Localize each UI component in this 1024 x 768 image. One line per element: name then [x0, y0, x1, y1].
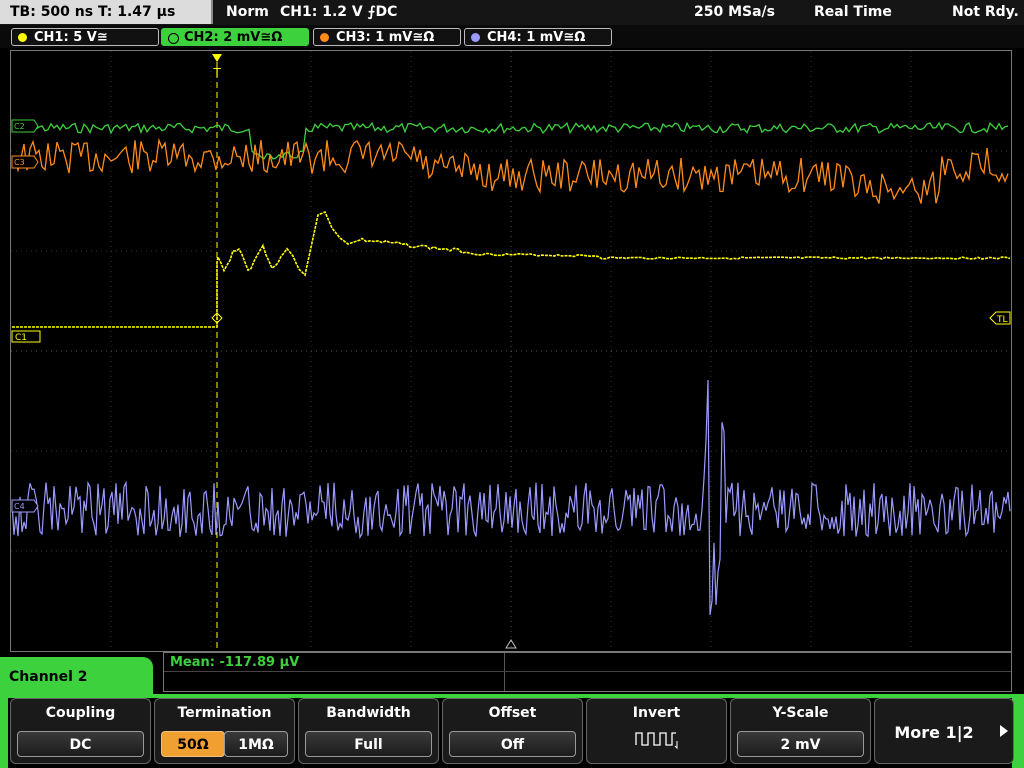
ch4-marker: C4 [11, 499, 39, 513]
tl-marker-label: TL [996, 315, 1008, 325]
termination-softkey[interactable]: Termination 50Ω 1MΩ [154, 698, 295, 764]
ch4-trace [11, 379, 1011, 616]
grid-lines [11, 51, 1011, 651]
trigger-level-marker: TL [989, 311, 1011, 325]
invert-softkey[interactable]: Invert [586, 698, 727, 764]
mean-readout: Mean: -117.89 µV [170, 655, 300, 670]
ch4-marker-label: C4 [14, 502, 25, 511]
square-wave-icon [635, 732, 678, 750]
bandwidth-value[interactable]: Full [305, 731, 432, 757]
measurement-strip: Mean: -117.89 µV [163, 652, 1012, 692]
bandwidth-softkey[interactable]: Bandwidth Full [298, 698, 439, 764]
chevron-right-icon [1000, 725, 1008, 737]
trigger-t-icon: T [212, 66, 221, 80]
termination-label: Termination [177, 705, 272, 721]
coupling-softkey[interactable]: Coupling DC [10, 698, 151, 764]
termination-1mohm-option[interactable]: 1MΩ [224, 731, 288, 757]
ch2-marker-label: C2 [14, 122, 25, 131]
yscale-label: Y-Scale [772, 705, 829, 721]
termination-50ohm-option[interactable]: 50Ω [161, 731, 225, 757]
ch1-marker: C1 [11, 330, 41, 343]
more-softkey[interactable]: More 1|2 [874, 698, 1014, 764]
coupling-label: Coupling [45, 705, 116, 721]
trigger-position-icon [212, 54, 222, 62]
yscale-softkey[interactable]: Y-Scale 2 mV [730, 698, 871, 764]
ch2-trace [11, 121, 1009, 160]
bandwidth-label: Bandwidth [326, 705, 411, 721]
invert-label: Invert [632, 705, 681, 721]
ch3-trace [11, 137, 1009, 204]
more-label: More 1|2 [894, 723, 974, 742]
offset-softkey[interactable]: Offset Off [442, 698, 583, 764]
offset-label: Offset [488, 705, 537, 721]
ch3-marker-label: C3 [14, 158, 25, 167]
offset-value[interactable]: Off [449, 731, 576, 757]
ch2-marker: C2 [11, 119, 39, 133]
ch1-marker-label: C1 [15, 333, 27, 343]
yscale-value[interactable]: 2 mV [737, 731, 864, 757]
ch3-marker: C3 [11, 155, 39, 169]
ch1-trace [12, 210, 1011, 328]
coupling-value[interactable]: DC [17, 731, 144, 757]
